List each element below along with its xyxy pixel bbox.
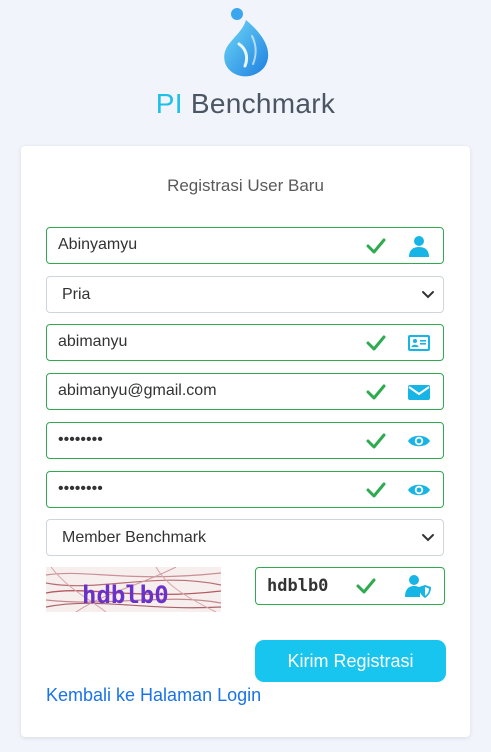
user-shield-icon <box>405 575 431 598</box>
eye-icon[interactable] <box>407 478 431 502</box>
chevron-down-icon <box>422 291 434 299</box>
gender-value: Pria <box>62 286 91 303</box>
id-card-icon <box>408 335 430 351</box>
captcha-text: hdblb0 <box>82 581 169 609</box>
full-name-field <box>46 227 444 264</box>
check-icon <box>356 578 376 594</box>
brand-name: Benchmark <box>190 88 336 119</box>
brand-prefix: PI <box>155 88 183 119</box>
check-icon <box>366 482 386 498</box>
check-icon <box>366 238 386 254</box>
captcha-image: hdblb0 <box>46 567 221 612</box>
form-title: Registrasi User Baru <box>167 176 324 195</box>
eye-icon[interactable] <box>407 429 431 453</box>
registration-card: Registrasi User Baru Pria <box>21 146 470 737</box>
password-input[interactable] <box>47 423 358 457</box>
brand-title: PI Benchmark <box>0 88 491 120</box>
pi-benchmark-logo-icon <box>221 6 271 78</box>
chevron-down-icon <box>422 534 434 542</box>
member-type-select[interactable]: Member Benchmark <box>46 519 444 556</box>
password-confirm-field <box>46 471 444 508</box>
check-icon <box>366 335 386 351</box>
envelope-icon <box>408 385 430 400</box>
check-icon <box>366 384 386 400</box>
password-field <box>46 422 444 459</box>
email-field <box>46 373 444 410</box>
user-icon <box>409 236 429 257</box>
check-icon <box>366 433 386 449</box>
full-name-input[interactable] <box>47 228 358 262</box>
password-confirm-input[interactable] <box>47 472 358 506</box>
username-input[interactable] <box>47 325 358 359</box>
gender-select[interactable]: Pria <box>46 276 444 313</box>
submit-registration-button[interactable]: Kirim Registrasi <box>255 640 446 682</box>
member-type-value: Member Benchmark <box>62 529 207 546</box>
email-input[interactable] <box>47 374 358 408</box>
captcha-field[interactable]: hdblb0 <box>255 567 445 605</box>
username-field <box>46 324 444 361</box>
back-to-login-link[interactable]: Kembali ke Halaman Login <box>46 685 261 706</box>
captcha-input-value: hdblb0 <box>267 576 329 596</box>
